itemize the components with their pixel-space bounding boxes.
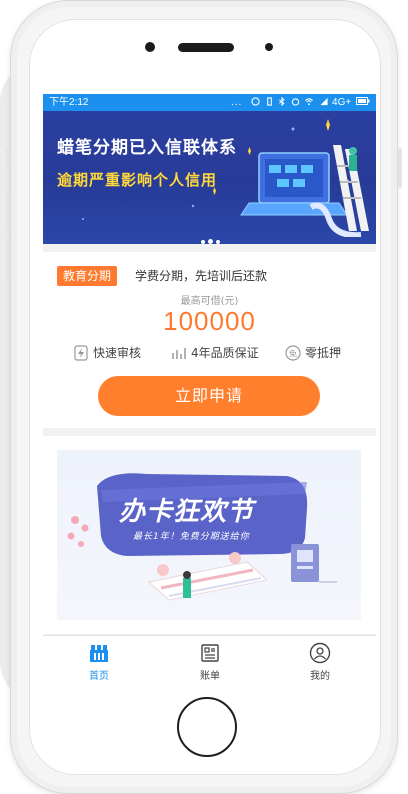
app-screen: 下午2:12 ... 4G+ 蜡笔分期已入信联体系 逾期严重影响个人信用 教育分… — [43, 94, 376, 682]
promo-banner[interactable]: 办卡狂欢节 最长1年！免费分期送给你 — [57, 450, 361, 620]
user-icon — [309, 642, 331, 664]
promo-title: 办卡狂欢节 — [119, 497, 255, 527]
pagination-dot-active[interactable] — [208, 239, 213, 244]
loan-card: 教育分期 学费分期，先培训后还款 最高可借(元) 100000 快速审核 4年品… — [43, 252, 376, 428]
category-tag: 教育分期 — [57, 266, 118, 286]
bottom-tab-bar: 首页 账单 我的 — [43, 635, 376, 682]
power-button — [398, 148, 402, 188]
tab-profile[interactable]: 我的 — [290, 642, 350, 682]
svg-text:免: 免 — [289, 349, 297, 359]
network-type: 4G+ — [332, 97, 352, 108]
nfc-icon — [251, 97, 260, 106]
promo-subtitle: 最长1年！免费分期送给你 — [133, 532, 250, 542]
mute-switch — [6, 148, 10, 170]
volume-down-button — [6, 240, 10, 280]
signal-icon — [319, 97, 328, 106]
feature-no-collateral: 免 零抵押 — [285, 344, 341, 362]
tab-home[interactable]: 首页 — [69, 642, 129, 682]
feature-label: 4年品质保证 — [191, 346, 259, 360]
home-button[interactable] — [177, 697, 237, 757]
lightning-icon — [74, 345, 88, 361]
tab-label: 账单 — [200, 671, 220, 682]
wifi-icon — [305, 98, 314, 106]
tab-label: 首页 — [89, 671, 109, 682]
banner-headline: 蜡笔分期已入信联体系 — [57, 138, 237, 158]
feature-label: 快速审核 — [93, 346, 142, 360]
status-time: 下午2:12 — [49, 97, 89, 108]
promo-card: 办卡狂欢节 最长1年！免费分期送给你 — [43, 436, 376, 634]
status-bar: 下午2:12 ... 4G+ — [43, 94, 376, 111]
status-icons — [251, 94, 329, 111]
product-tagline: 学费分期，先培训后还款 — [135, 269, 268, 283]
status-dots: ... — [231, 97, 243, 108]
pagination-dot[interactable] — [216, 240, 220, 244]
apply-now-button[interactable]: 立即申请 — [98, 376, 320, 416]
home-icon — [90, 645, 108, 662]
no-deposit-icon: 免 — [285, 345, 301, 361]
bill-icon — [201, 644, 219, 662]
tab-label: 我的 — [310, 671, 330, 682]
alarm-icon — [291, 98, 299, 106]
earpiece-speaker — [178, 43, 234, 52]
status-right: 4G+ — [332, 94, 370, 111]
chart-rise-icon — [172, 348, 186, 359]
feature-list: 快速审核 4年品质保证 免 零抵押 — [43, 344, 376, 364]
laptop-illustration — [240, 145, 369, 237]
quota-value: 100000 — [163, 306, 256, 336]
battery-icon — [356, 97, 370, 105]
vibrate-icon — [266, 97, 272, 106]
volume-up-button — [6, 190, 10, 230]
bluetooth-icon — [279, 96, 285, 107]
feature-fast-review: 快速审核 — [73, 344, 141, 362]
proximity-sensor — [265, 43, 273, 51]
feature-label: 零抵押 — [305, 346, 342, 360]
front-camera — [145, 42, 155, 52]
pagination-dot[interactable] — [201, 240, 205, 244]
tab-bill[interactable]: 账单 — [180, 642, 240, 682]
banner-subheadline: 逾期严重影响个人信用 — [57, 171, 218, 189]
quota-label: 最高可借(元) — [180, 296, 239, 307]
feature-quality-guarantee: 4年品质保证 — [171, 344, 259, 362]
hero-banner[interactable]: 蜡笔分期已入信联体系 逾期严重影响个人信用 — [43, 111, 376, 244]
banner-pagination — [201, 229, 223, 244]
